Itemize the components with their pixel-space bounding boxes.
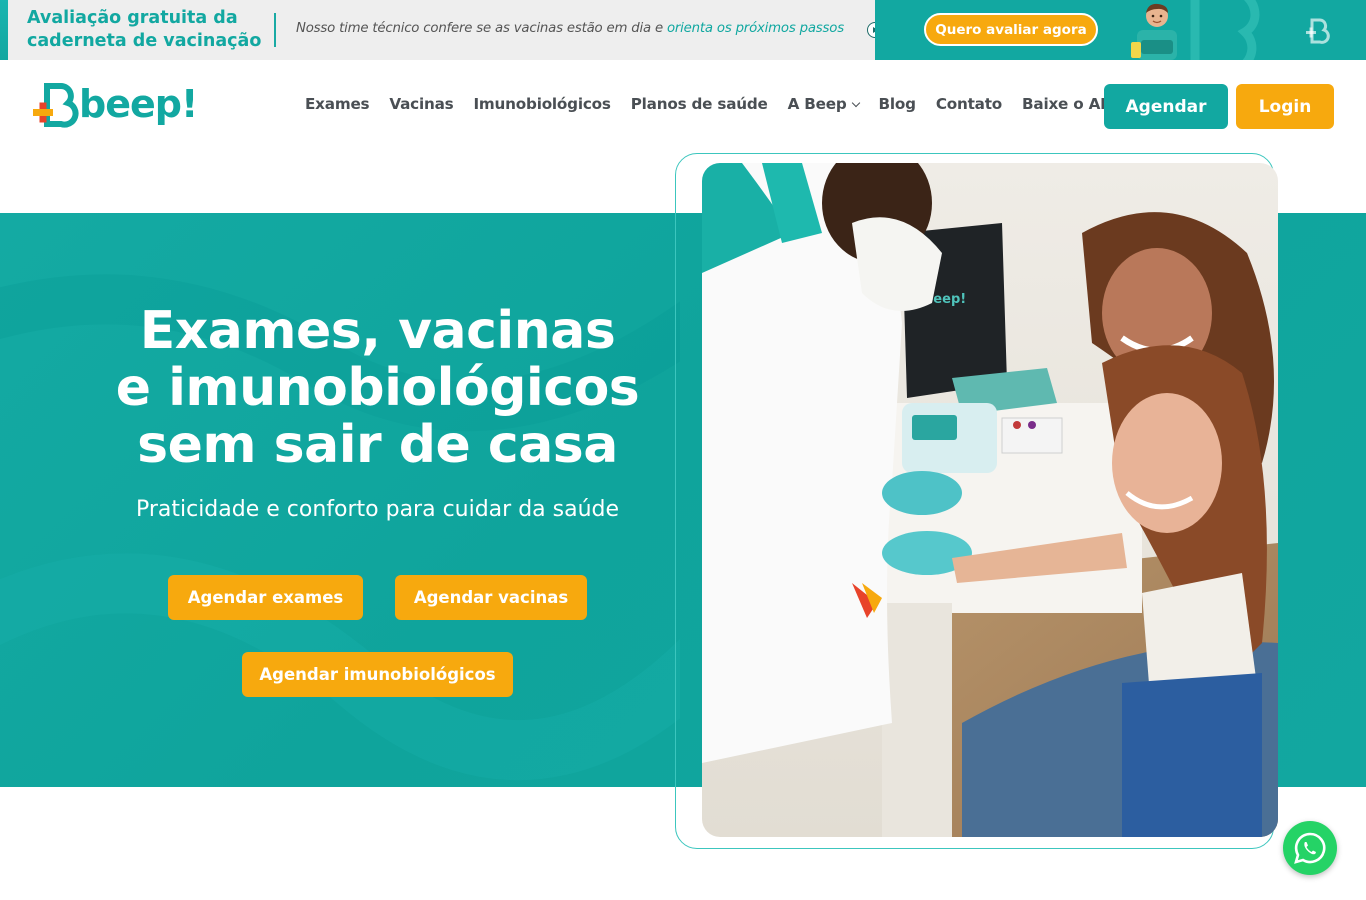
nav-item-imunobiologicos[interactable]: Imunobiológicos (463, 95, 620, 113)
whatsapp-icon (1294, 832, 1326, 864)
main-nav: Exames Vacinas Imunobiológicos Planos de… (295, 95, 1132, 113)
hero-title-line-3: sem sair de casa (137, 415, 618, 475)
promo-cta-button[interactable]: Quero avaliar agora (924, 13, 1098, 46)
promo-banner: Avaliação gratuita da caderneta de vacin… (0, 0, 1366, 60)
site-header: beep! Exames Vacinas Imunobiológicos Pla… (0, 60, 1366, 153)
nav-item-a-beep-label: A Beep (787, 95, 847, 113)
chevron-down-icon (851, 98, 860, 107)
promo-decorative-shape (1190, 0, 1260, 60)
logo-wordmark: beep! (79, 82, 198, 126)
promo-banner-right: Quero avaliar agora (875, 0, 1366, 60)
nav-item-vacinas[interactable]: Vacinas (379, 95, 463, 113)
promo-accent-bar (0, 0, 8, 60)
beep-logo-mark-small (1306, 18, 1330, 44)
promo-text-link[interactable]: orienta os próximos passos (667, 21, 844, 36)
agendar-imunobiologicos-button[interactable]: Agendar imunobiológicos (242, 652, 513, 697)
beep-logo-mark (33, 83, 79, 128)
hero-title-line-1: Exames, vacinas (139, 301, 616, 361)
login-button[interactable]: Login (1236, 84, 1334, 129)
agendar-exames-button[interactable]: Agendar exames (168, 575, 363, 620)
nav-item-contato[interactable]: Contato (926, 95, 1012, 113)
hero-photo-illustration: beep! (702, 163, 1278, 837)
hero-photo: beep! (702, 163, 1278, 837)
hero-subtitle: Praticidade e conforto para cuidar da sa… (135, 497, 620, 522)
hero-title-line-2: e imunobiológicos (115, 358, 640, 418)
nav-item-blog[interactable]: Blog (869, 95, 926, 113)
site-logo[interactable]: beep! (31, 82, 198, 130)
promo-banner-left: Avaliação gratuita da caderneta de vacin… (0, 0, 875, 60)
agendar-vacinas-button[interactable]: Agendar vacinas (395, 575, 587, 620)
promo-text: Nosso time técnico confere se as vacinas… (296, 21, 844, 36)
promo-text-body: Nosso time técnico confere se as vacinas… (296, 21, 667, 36)
nav-item-exames[interactable]: Exames (295, 95, 379, 113)
agendar-button[interactable]: Agendar (1104, 84, 1228, 129)
nav-item-planos-de-saude[interactable]: Planos de saúde (621, 95, 778, 113)
promo-title: Avaliação gratuita da caderneta de vacin… (27, 8, 262, 51)
promo-divider (274, 13, 276, 47)
whatsapp-button[interactable] (1283, 821, 1337, 875)
nav-item-a-beep[interactable]: A Beep (778, 95, 869, 113)
hero-title: Exames, vacinas e imunobiológicos sem sa… (95, 303, 660, 474)
